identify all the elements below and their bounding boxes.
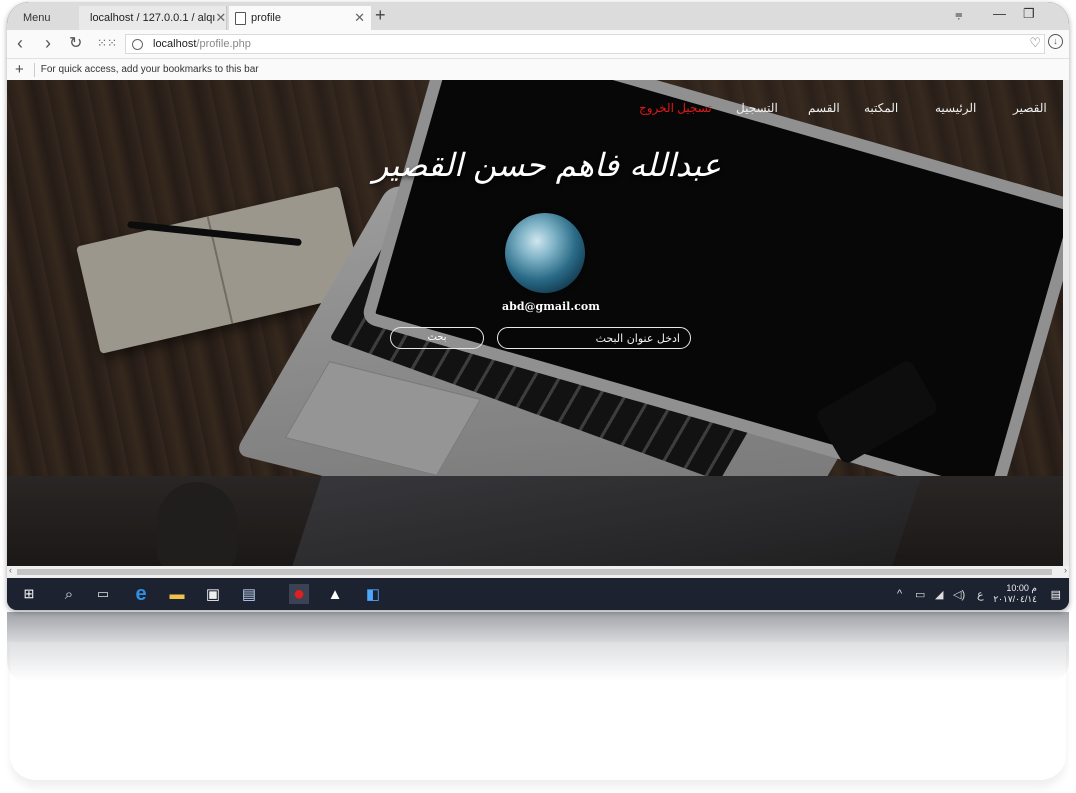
input-language[interactable]: ع — [977, 588, 984, 601]
tab-profile[interactable]: profile ✕ — [229, 6, 371, 30]
clock-date: ٢٠١٧/٠٤/١٤ — [993, 594, 1037, 604]
url-host: localhost — [153, 38, 197, 50]
address-bar: ‹ › ↻ ⁙⁙ localhost/profile.php ♡ ↓ — [7, 30, 1069, 59]
user-email: abd@gmail.com — [502, 300, 600, 313]
tab-title: localhost / 127.0.0.1 / alqı — [90, 12, 216, 24]
page-title: عبدالله فاهم حسن القصير — [372, 146, 722, 184]
search-input[interactable] — [497, 327, 691, 349]
back-icon[interactable]: ‹ — [17, 33, 23, 54]
volume-icon[interactable]: ◁) — [953, 588, 965, 601]
store-icon[interactable]: ▣ — [203, 584, 223, 604]
reload-icon[interactable]: ↻ — [69, 33, 82, 53]
scrollbar-thumb[interactable] — [17, 569, 1052, 575]
nav-library[interactable]: المكتبه — [864, 101, 898, 115]
close-tab-icon[interactable]: ✕ — [215, 10, 226, 26]
wifi-icon[interactable]: ◢ — [935, 588, 943, 601]
windows-taskbar: ⊞ ⌕ ▭ e ▬ ▣ ▤ ● ▲ ◧ ^ ▭ ◢ ◁) ع 10:00 م ٢… — [7, 578, 1069, 610]
tab-phpmyadmin[interactable]: localhost / 127.0.0.1 / alqı ✕ — [79, 6, 227, 30]
chevron-up-icon[interactable]: ^ — [897, 588, 902, 600]
nav-register[interactable]: التسجيل — [736, 101, 778, 115]
bookmarks-bar: + For quick access, add your bookmarks t… — [7, 59, 1069, 81]
tab-strip: Menu localhost / 127.0.0.1 / alqı ✕ prof… — [7, 2, 1069, 30]
download-icon[interactable]: ↓ — [1048, 34, 1063, 49]
url-field[interactable]: localhost/profile.php — [125, 34, 1045, 54]
tab-title: profile — [251, 12, 281, 24]
app-icon[interactable]: ▤ — [239, 584, 259, 604]
browser-menu-button[interactable]: Menu — [17, 6, 77, 30]
restore-icon[interactable]: ❐ — [1023, 6, 1035, 22]
nav-logout[interactable]: تسجيل الخروج — [639, 101, 712, 115]
avatar — [505, 213, 585, 293]
close-tab-icon[interactable]: ✕ — [354, 10, 365, 26]
opera-icon[interactable]: ● — [289, 583, 309, 605]
vertical-scrollbar[interactable] — [1063, 80, 1069, 566]
web-page: القصير الرئيسيه المكتبه القسم التسجيل تس… — [7, 80, 1069, 566]
screenshot-frame: Menu localhost / 127.0.0.1 / alqı ✕ prof… — [7, 2, 1069, 610]
notifications-icon[interactable]: ▤ — [1051, 588, 1061, 601]
scroll-left-icon[interactable]: ‹ — [9, 565, 12, 575]
minimize-icon[interactable]: — — [993, 6, 1006, 21]
document-icon — [235, 11, 246, 25]
battery-icon[interactable]: ▭ — [915, 588, 925, 601]
search-icon[interactable]: ⌕ — [59, 584, 79, 604]
photos-icon[interactable]: ▲ — [325, 584, 345, 604]
divider — [33, 62, 35, 77]
add-bookmark-icon[interactable]: + — [15, 61, 24, 78]
second-section-background — [7, 476, 1069, 566]
section-overlay — [7, 476, 1069, 566]
speed-dial-icon[interactable]: ⁙⁙ — [97, 36, 117, 50]
reflection-strip — [7, 612, 1069, 642]
clock[interactable]: 10:00 م ٢٠١٧/٠٤/١٤ — [993, 583, 1037, 605]
url-path: /profile.php — [196, 38, 251, 50]
bookmarks-hint: For quick access, add your bookmarks to … — [40, 64, 259, 75]
remote-app-icon[interactable]: ◧ — [363, 584, 383, 604]
globe-icon — [132, 38, 143, 50]
task-view-icon[interactable]: ▭ — [93, 584, 113, 604]
nav-home[interactable]: الرئيسيه — [935, 101, 976, 115]
nav-brand[interactable]: القصير — [1013, 101, 1047, 115]
tab-menu-icon[interactable]: ⩦ — [955, 6, 963, 22]
search-button[interactable]: بحث — [390, 327, 484, 349]
heart-icon[interactable]: ♡ — [1029, 35, 1041, 51]
menu-label: Menu — [23, 12, 51, 24]
edge-icon[interactable]: e — [131, 583, 151, 605]
start-icon[interactable]: ⊞ — [19, 584, 39, 604]
new-tab-button[interactable]: + — [375, 5, 386, 26]
reflection-outline — [10, 640, 1066, 782]
file-explorer-icon[interactable]: ▬ — [167, 584, 187, 604]
scroll-right-icon[interactable]: › — [1064, 565, 1067, 575]
nav-section[interactable]: القسم — [808, 101, 840, 115]
forward-icon[interactable]: › — [45, 33, 51, 54]
clock-time: 10:00 م — [1006, 583, 1037, 593]
horizontal-scrollbar[interactable]: ‹ › — [7, 565, 1069, 578]
